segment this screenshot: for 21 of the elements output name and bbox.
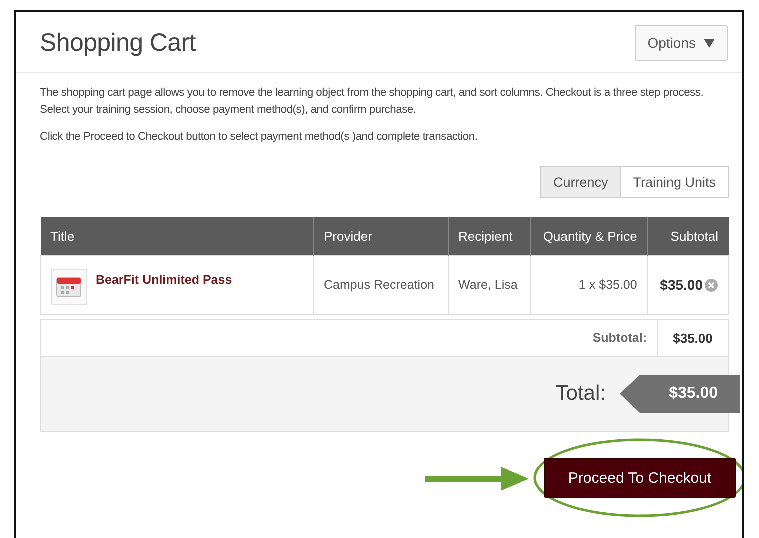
column-header[interactable]: Subtotal bbox=[648, 217, 728, 256]
item-subtotal: $35.00 bbox=[660, 277, 703, 293]
intro-text: The shopping cart page allows you to remove the learning object from the shopping cart, and sort columns. Checkout is a three step process. Select your training session, choose payment method(s), and confirm purchase. bbox=[40, 86, 705, 118]
column-header[interactable]: Provider bbox=[314, 217, 448, 256]
total-tag: $35.00 bbox=[620, 375, 740, 413]
column-header[interactable]: Recipient bbox=[448, 217, 530, 256]
view-toggle[interactable]: Training Units bbox=[621, 166, 729, 198]
subtotal-value: $35.00 bbox=[657, 320, 728, 356]
checkout-button[interactable]: Proceed To Checkout bbox=[544, 458, 736, 498]
page-title: Shopping Cart bbox=[40, 28, 196, 58]
subtotal-label: Subtotal: bbox=[592, 331, 648, 345]
column-header[interactable]: Title bbox=[40, 217, 314, 256]
table-cell: Campus Recreation bbox=[314, 256, 448, 314]
table-cell: 1 x $35.00 bbox=[530, 256, 648, 314]
intro-text: Click the Proceed to Checkout button to select payment method(s )and complete transaction. bbox=[40, 130, 479, 145]
options-button[interactable]: Options bbox=[634, 25, 728, 61]
table-cell: Ware, Lisa bbox=[448, 256, 530, 314]
total-label: Total: bbox=[556, 382, 606, 406]
item-title-link[interactable]: BearFit Unlimited Pass bbox=[96, 269, 232, 287]
view-toggle[interactable]: Currency bbox=[540, 166, 622, 198]
column-header[interactable]: Quantity & Price bbox=[530, 217, 648, 256]
